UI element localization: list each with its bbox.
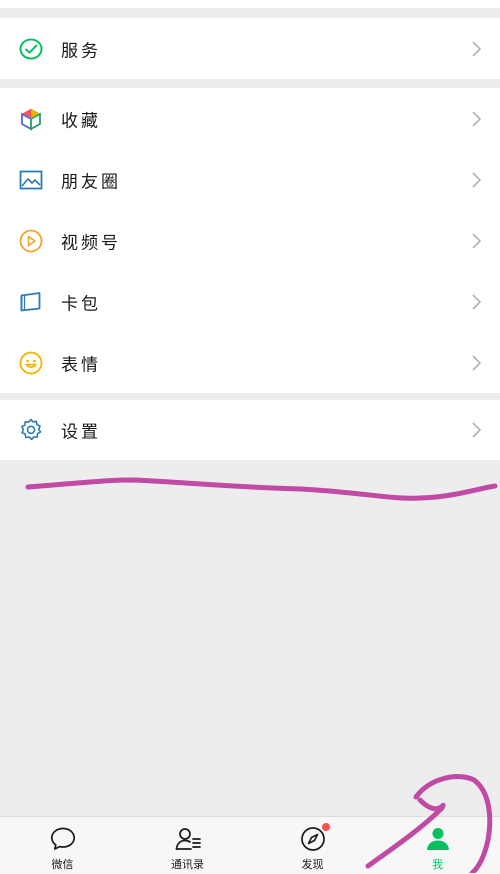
contacts-icon [174,825,202,853]
chevron-right-icon [472,422,482,438]
person-icon [424,825,452,853]
features-section: 收藏 朋友圈 视频号 卡包 表情 [0,88,500,393]
service-icon [18,36,44,62]
settings-section: 设置 [0,400,500,460]
chevron-right-icon [472,110,482,127]
chevron-right-icon [472,40,482,57]
tab-contacts[interactable]: 通讯录 [125,817,250,874]
menu-label-settings: 设置 [61,422,101,443]
menu-row-services[interactable]: 服务 [0,18,500,79]
menu-row-cards[interactable]: 卡包 [0,271,500,332]
play-icon [18,228,44,254]
smiley-icon [18,350,44,376]
image-icon [18,167,44,193]
top-strip [0,0,500,8]
compass-icon [299,823,330,853]
tab-discover[interactable]: 发现 [250,817,375,874]
chevron-right-icon [472,232,482,249]
tab-label-me: 我 [432,858,443,871]
gear-icon [18,417,44,443]
menu-label-favorites: 收藏 [61,111,101,131]
menu-label-stickers: 表情 [61,355,101,375]
menu-row-settings[interactable]: 设置 [0,400,500,460]
cube-icon [18,106,44,132]
annotation-underline-stroke [25,477,498,501]
wallet-icon [18,289,44,315]
menu-label-moments: 朋友圈 [61,172,121,192]
chevron-right-icon [472,171,482,188]
notification-badge-dot [321,823,330,831]
chat-bubble-icon [49,825,77,853]
chevron-right-icon [472,293,482,310]
tab-me[interactable]: 我 [375,817,500,874]
tab-label-contacts: 通讯录 [171,858,204,871]
menu-label-cards: 卡包 [61,294,101,314]
tab-label-chats: 微信 [51,858,74,871]
menu-label-channels: 视频号 [61,233,121,253]
menu-row-favorites[interactable]: 收藏 [0,88,500,149]
menu-row-moments[interactable]: 朋友圈 [0,149,500,210]
tab-chats[interactable]: 微信 [0,817,125,874]
menu-label-services: 服务 [61,41,101,61]
bottom-tab-bar: 微信 通讯录 发现 我 [0,816,500,874]
menu-row-stickers[interactable]: 表情 [0,332,500,393]
menu-row-channels[interactable]: 视频号 [0,210,500,271]
chevron-right-icon [472,354,482,371]
services-section: 服务 [0,18,500,79]
tab-label-discover: 发现 [301,858,324,871]
